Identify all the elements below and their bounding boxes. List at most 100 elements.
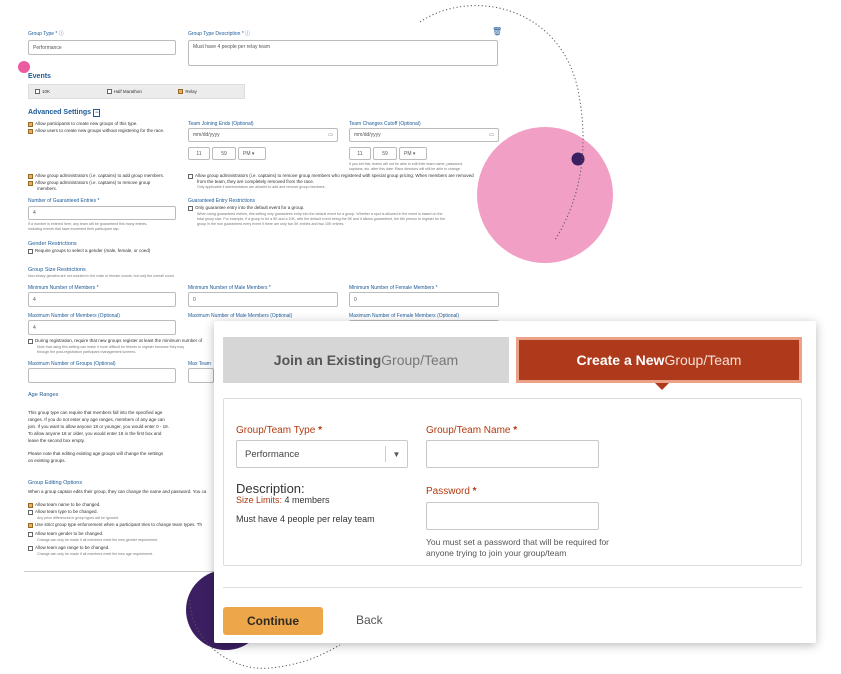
create-group-panel: Group/Team Type * Performance ▼ Group/Te… <box>223 398 802 566</box>
max-male-label: Maximum Number of Male Members (Optional… <box>188 313 293 319</box>
back-button[interactable]: Back <box>356 613 383 627</box>
guaranteed-entries-label: Number of Guaranteed Entries * <box>28 198 100 204</box>
age-text-6: Please note that editing existing age gr… <box>28 451 164 456</box>
age-text-4: To allow anyone 18 or older, you would e… <box>28 431 162 436</box>
max-members-label: Maximum Number of Members (Optional) <box>28 313 120 319</box>
min-female-label: Minimum Number of Female Members * <box>349 285 438 291</box>
guaranteed-note-2: including events that have exceeded thei… <box>28 227 120 231</box>
max-female-label: Maximum Number of Female Members (Option… <box>349 313 460 319</box>
edit-note-age: Change can only be made if all members m… <box>37 552 154 556</box>
purple-dot <box>571 152 585 166</box>
max-groups-input[interactable] <box>28 368 176 383</box>
chevron-down-icon: ▾ <box>412 150 416 157</box>
max-team-input[interactable] <box>188 368 214 383</box>
admin-opt-remove-cont: members. <box>37 186 58 191</box>
active-tab-caret-icon <box>655 383 669 390</box>
password-note: You must set a password that will be req… <box>426 537 610 558</box>
size-limits: Size Limits: 4 members <box>236 495 330 505</box>
collapse-toggle[interactable]: − <box>92 109 101 117</box>
footer-divider <box>223 587 802 588</box>
trash-icon[interactable]: 🗑 <box>492 27 502 36</box>
team-join-date-input[interactable]: mm/dd/yyyy ▭ <box>188 128 338 142</box>
age-text-1: This group type can require that members… <box>28 410 163 415</box>
group-type-label: Group/Team Type * <box>236 425 322 436</box>
calendar-icon[interactable]: ▭ <box>328 132 333 138</box>
chevron-down-icon: ▼ <box>385 446 407 462</box>
edit-opt-name[interactable]: Allow team name to be changed. <box>28 502 101 508</box>
adv-opt-1[interactable]: Allow participants to create new groups … <box>28 121 138 127</box>
group-type-label: Group Type * ⓘ <box>28 31 64 37</box>
group-desc-label: Group Type Description * ⓘ <box>188 31 251 37</box>
guaranteed-restrict-note-3: group in the non guaranteed entry event … <box>197 222 345 226</box>
group-type-select[interactable]: Performance ▼ <box>236 440 408 468</box>
event-checkbox-10k[interactable]: 10K <box>29 89 101 95</box>
events-heading: Events <box>28 73 51 80</box>
team-join-minute[interactable]: 59 <box>212 147 236 160</box>
tab-create-new[interactable]: Create a New Group/Team <box>516 337 802 383</box>
guaranteed-restrict-opt[interactable]: Only guarantee entry into the default ev… <box>188 205 304 211</box>
group-name-input[interactable] <box>426 440 599 468</box>
age-text-3: join. If you want to allow anyone 18 or … <box>28 424 169 429</box>
min-female-input[interactable]: 0 <box>349 292 499 307</box>
team-cutoff-date-input[interactable]: mm/dd/yyyy ▭ <box>349 128 499 142</box>
gender-heading: Gender Restrictions <box>28 241 77 247</box>
chevron-down-icon: ▾ <box>251 150 255 157</box>
team-join-ends-label: Team Joining Ends (Optional) <box>188 121 254 127</box>
min-male-label: Minimum Number of Male Members * <box>188 285 271 291</box>
description-heading: Description: <box>236 481 305 496</box>
team-cutoff-minute[interactable]: 59 <box>373 147 397 160</box>
team-cutoff-ampm[interactable]: PM ▾ <box>399 147 427 160</box>
guaranteed-entries-input[interactable]: 4 <box>28 206 176 220</box>
team-changes-cutoff-label: Team Changes Cutoff (Optional) <box>349 121 421 127</box>
info-icon: ⓘ <box>245 31 251 37</box>
edit-opt-gender[interactable]: Allow team gender to be changed. <box>28 531 103 537</box>
age-text-5: leave the second box empty. <box>28 438 85 443</box>
edit-note-type: Any price differences in group types wil… <box>37 516 120 520</box>
continue-button[interactable]: Continue <box>223 607 323 635</box>
cutoff-note-2: captains, etc. after this date. Race dir… <box>349 167 461 171</box>
adv-opt-2[interactable]: Allow users to create new groups without… <box>28 128 164 134</box>
tab-join-existing[interactable]: Join an Existing Group/Team <box>223 337 509 383</box>
admin-opt-add[interactable]: Allow group administrators (i.e. captain… <box>28 173 164 179</box>
event-checkbox-relay[interactable]: Relay <box>172 89 244 95</box>
max-members-input[interactable]: 4 <box>28 320 176 335</box>
form-bottom-divider <box>24 571 214 572</box>
min-male-input[interactable]: 0 <box>188 292 338 307</box>
description-text: Must have 4 people per relay team <box>236 514 375 524</box>
during-reg-opt[interactable]: During registration, require that new gr… <box>28 338 202 344</box>
gender-opt[interactable]: Require groups to select a gender (male,… <box>28 248 150 254</box>
edit-opt-age[interactable]: Allow team age range to be changed. <box>28 545 110 551</box>
max-groups-label: Maximum Number of Groups (Optional) <box>28 361 116 367</box>
size-heading: Group Size Restrictions <box>28 267 86 273</box>
edit-opt-type[interactable]: Allow team type to be changed. <box>28 509 98 515</box>
info-icon: ⓘ <box>58 31 64 37</box>
min-members-label: Minimum Number of Members * <box>28 285 99 291</box>
pink-circle-large <box>477 127 613 263</box>
password-input[interactable] <box>426 502 599 530</box>
age-text-7: on existing groups. <box>28 458 66 463</box>
team-join-ampm[interactable]: PM ▾ <box>238 147 266 160</box>
group-desc-textarea[interactable]: Must have 4 people per relay team <box>188 40 498 66</box>
age-text-2: ranges. If you do not enter any age rang… <box>28 417 165 422</box>
group-team-modal: Join an Existing Group/Team Create a New… <box>214 321 816 643</box>
edit-heading: Group Editing Options <box>28 480 83 486</box>
password-label: Password * <box>426 486 477 497</box>
admin-opt-special-note: Only applicable if administrators are al… <box>197 185 326 189</box>
min-members-input[interactable]: 4 <box>28 292 176 307</box>
max-team-label: Max Team <box>188 361 211 367</box>
edit-note-gender: Change can only be made if all members m… <box>37 538 159 542</box>
events-row: 10K Half Marathon Relay <box>28 84 245 99</box>
edit-intro: When a group captain edits their group, … <box>28 489 207 494</box>
guaranteed-restrict-label: Guaranteed Entry Restrictions <box>188 198 255 204</box>
advanced-settings-heading: Advanced Settings − <box>28 109 101 117</box>
age-heading: Age Ranges <box>28 392 59 398</box>
team-join-hour[interactable]: 11 <box>188 147 210 160</box>
edit-opt-strict[interactable]: Use strict group type enforcement when a… <box>28 522 202 528</box>
group-name-label: Group/Team Name * <box>426 425 518 436</box>
team-cutoff-hour[interactable]: 11 <box>349 147 371 160</box>
size-note: Non-binary genders are not counted in th… <box>28 274 175 278</box>
calendar-icon[interactable]: ▭ <box>489 132 494 138</box>
during-reg-note-2: through the post-registration participan… <box>37 350 137 354</box>
group-type-input[interactable]: Performance <box>28 40 176 55</box>
event-checkbox-half[interactable]: Half Marathon <box>101 89 173 95</box>
